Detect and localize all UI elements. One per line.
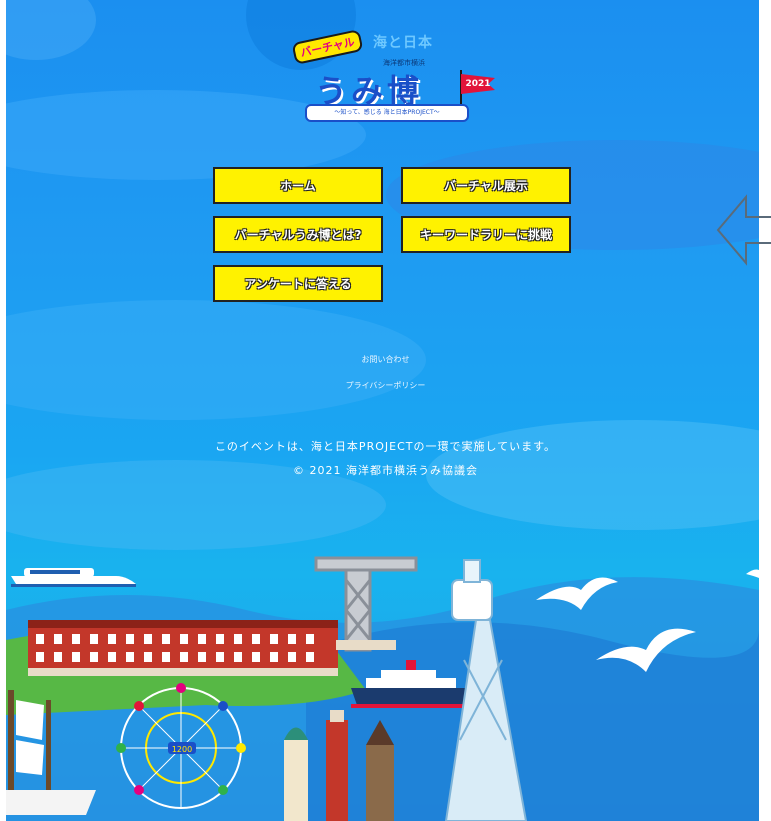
logo-top-text: 海と日本 (373, 35, 433, 51)
nav-survey-button[interactable]: アンケートに答える (213, 265, 383, 302)
red-brick-warehouse-icon (28, 620, 338, 676)
contact-link[interactable]: お問い合わせ (0, 354, 771, 365)
nav-keyword-rally-button[interactable]: キーワードラリーに挑戦 (401, 216, 571, 253)
pier (336, 640, 396, 650)
yokohama-port-illustration: 1200 (6, 556, 759, 821)
sightseeing-boat-icon (11, 568, 136, 587)
event-note: このイベントは、海と日本PROJECTの一環で実施しています。 (214, 440, 557, 453)
page: バーチャル 海と日本 海洋都市横浜 うみ博 2021 〜知って、感じる 海と日本… (0, 0, 771, 821)
logo-year-flag: 2021 (461, 74, 495, 94)
seagull-icon (746, 569, 759, 578)
cloud-shape (6, 0, 96, 60)
site-logo[interactable]: バーチャル 海と日本 海洋都市横浜 うみ博 2021 〜知って、感じる 海と日本… (285, 29, 500, 130)
historic-building-icon (326, 710, 348, 821)
arrow-left-icon (716, 194, 771, 266)
nav-virtual-exhibit-button[interactable]: バーチャル展示 (401, 167, 571, 204)
nav-home-button[interactable]: ホーム (213, 167, 383, 204)
historic-building-icon (284, 727, 308, 821)
copyright-text: © 2021 海洋都市横浜うみ協議会 (293, 464, 478, 477)
nav-about-button[interactable]: バーチャルうみ博とは? (213, 216, 383, 253)
logo-ribbon: 〜知って、感じる 海と日本PROJECT〜 (305, 104, 469, 122)
logo-badge: バーチャル (291, 29, 364, 65)
ferris-wheel-clock-label: 1200 (172, 745, 192, 754)
privacy-policy-link[interactable]: プライバシーポリシー (0, 380, 771, 391)
